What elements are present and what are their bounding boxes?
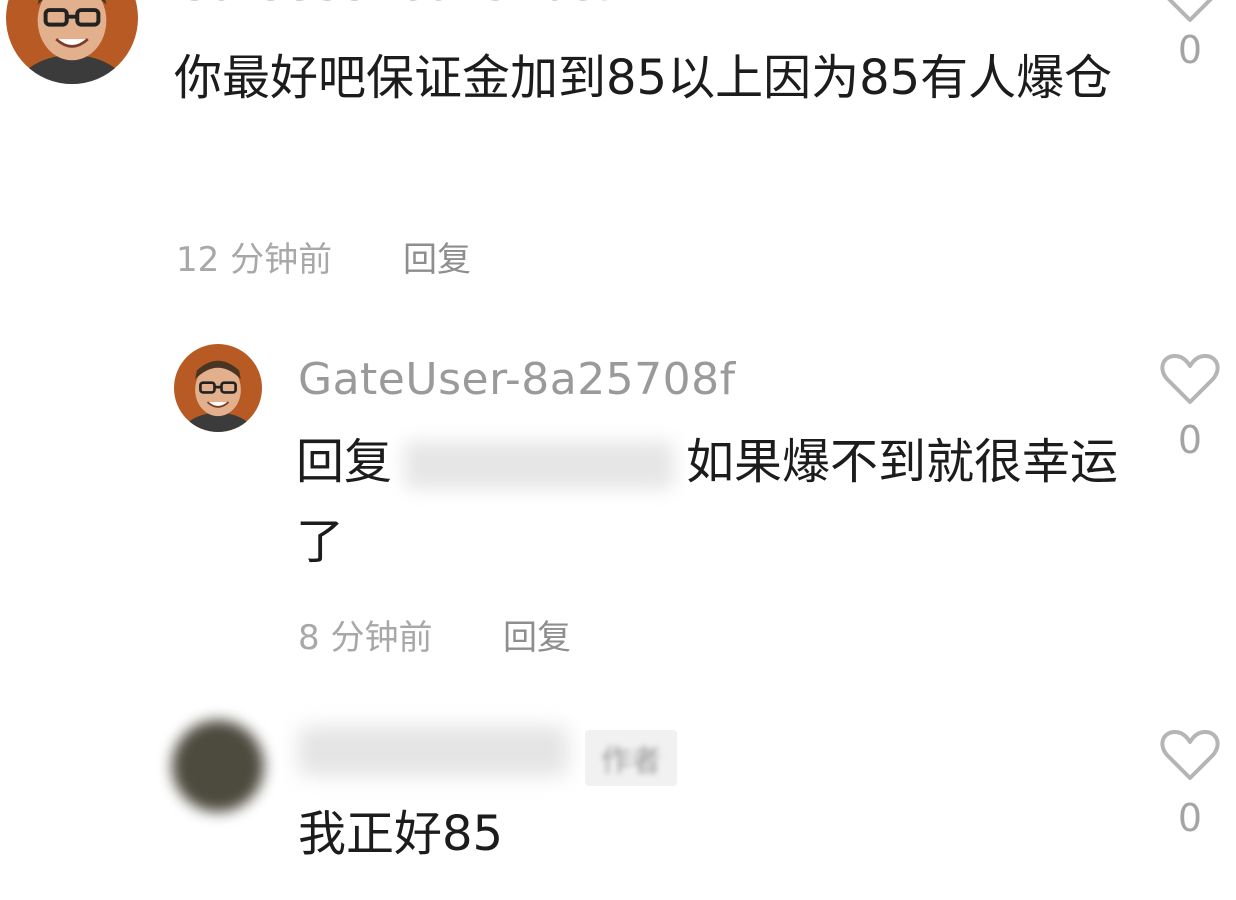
heart-icon[interactable] (1160, 352, 1220, 406)
avatar[interactable] (174, 344, 262, 432)
reply-button[interactable]: 回复 (503, 610, 571, 659)
mention-redacted[interactable] (404, 441, 675, 489)
timestamp: 8 分钟前 (298, 618, 433, 658)
like-count: 0 (1177, 28, 1203, 72)
heart-icon[interactable] (1160, 0, 1220, 24)
username[interactable]: GateUser-8a25708f (176, 0, 614, 11)
heart-icon[interactable] (1160, 728, 1220, 782)
comment-item: GateUser-8a25708f 你最好吧保证金加到85以上因为85有人爆仓 … (0, 0, 1236, 300)
like-count: 0 (1177, 418, 1203, 462)
avatar[interactable] (172, 720, 264, 812)
reply-button[interactable]: 回复 (403, 232, 471, 281)
reply-item: 作者 我正好85 0 (0, 700, 1236, 900)
reply-prefix: 回复 (296, 434, 393, 490)
like-count: 0 (1177, 796, 1203, 840)
username[interactable]: GateUser-8a25708f (298, 354, 736, 405)
comment-thread: GateUser-8a25708f 你最好吧保证金加到85以上因为85有人爆仓 … (0, 0, 1236, 900)
username-redacted[interactable] (298, 726, 568, 776)
comment-text: 回复 如果爆不到就很幸运了 (296, 422, 1126, 582)
comment-text: 你最好吧保证金加到85以上因为85有人爆仓 (174, 50, 1113, 106)
author-badge: 作者 (585, 730, 677, 786)
comment-text: 我正好85 (298, 806, 504, 862)
reply-item: GateUser-8a25708f 回复 如果爆不到就很幸运了 8 分钟前 回复 … (0, 330, 1236, 670)
timestamp: 12 分钟前 (176, 240, 333, 280)
avatar[interactable] (6, 0, 138, 84)
